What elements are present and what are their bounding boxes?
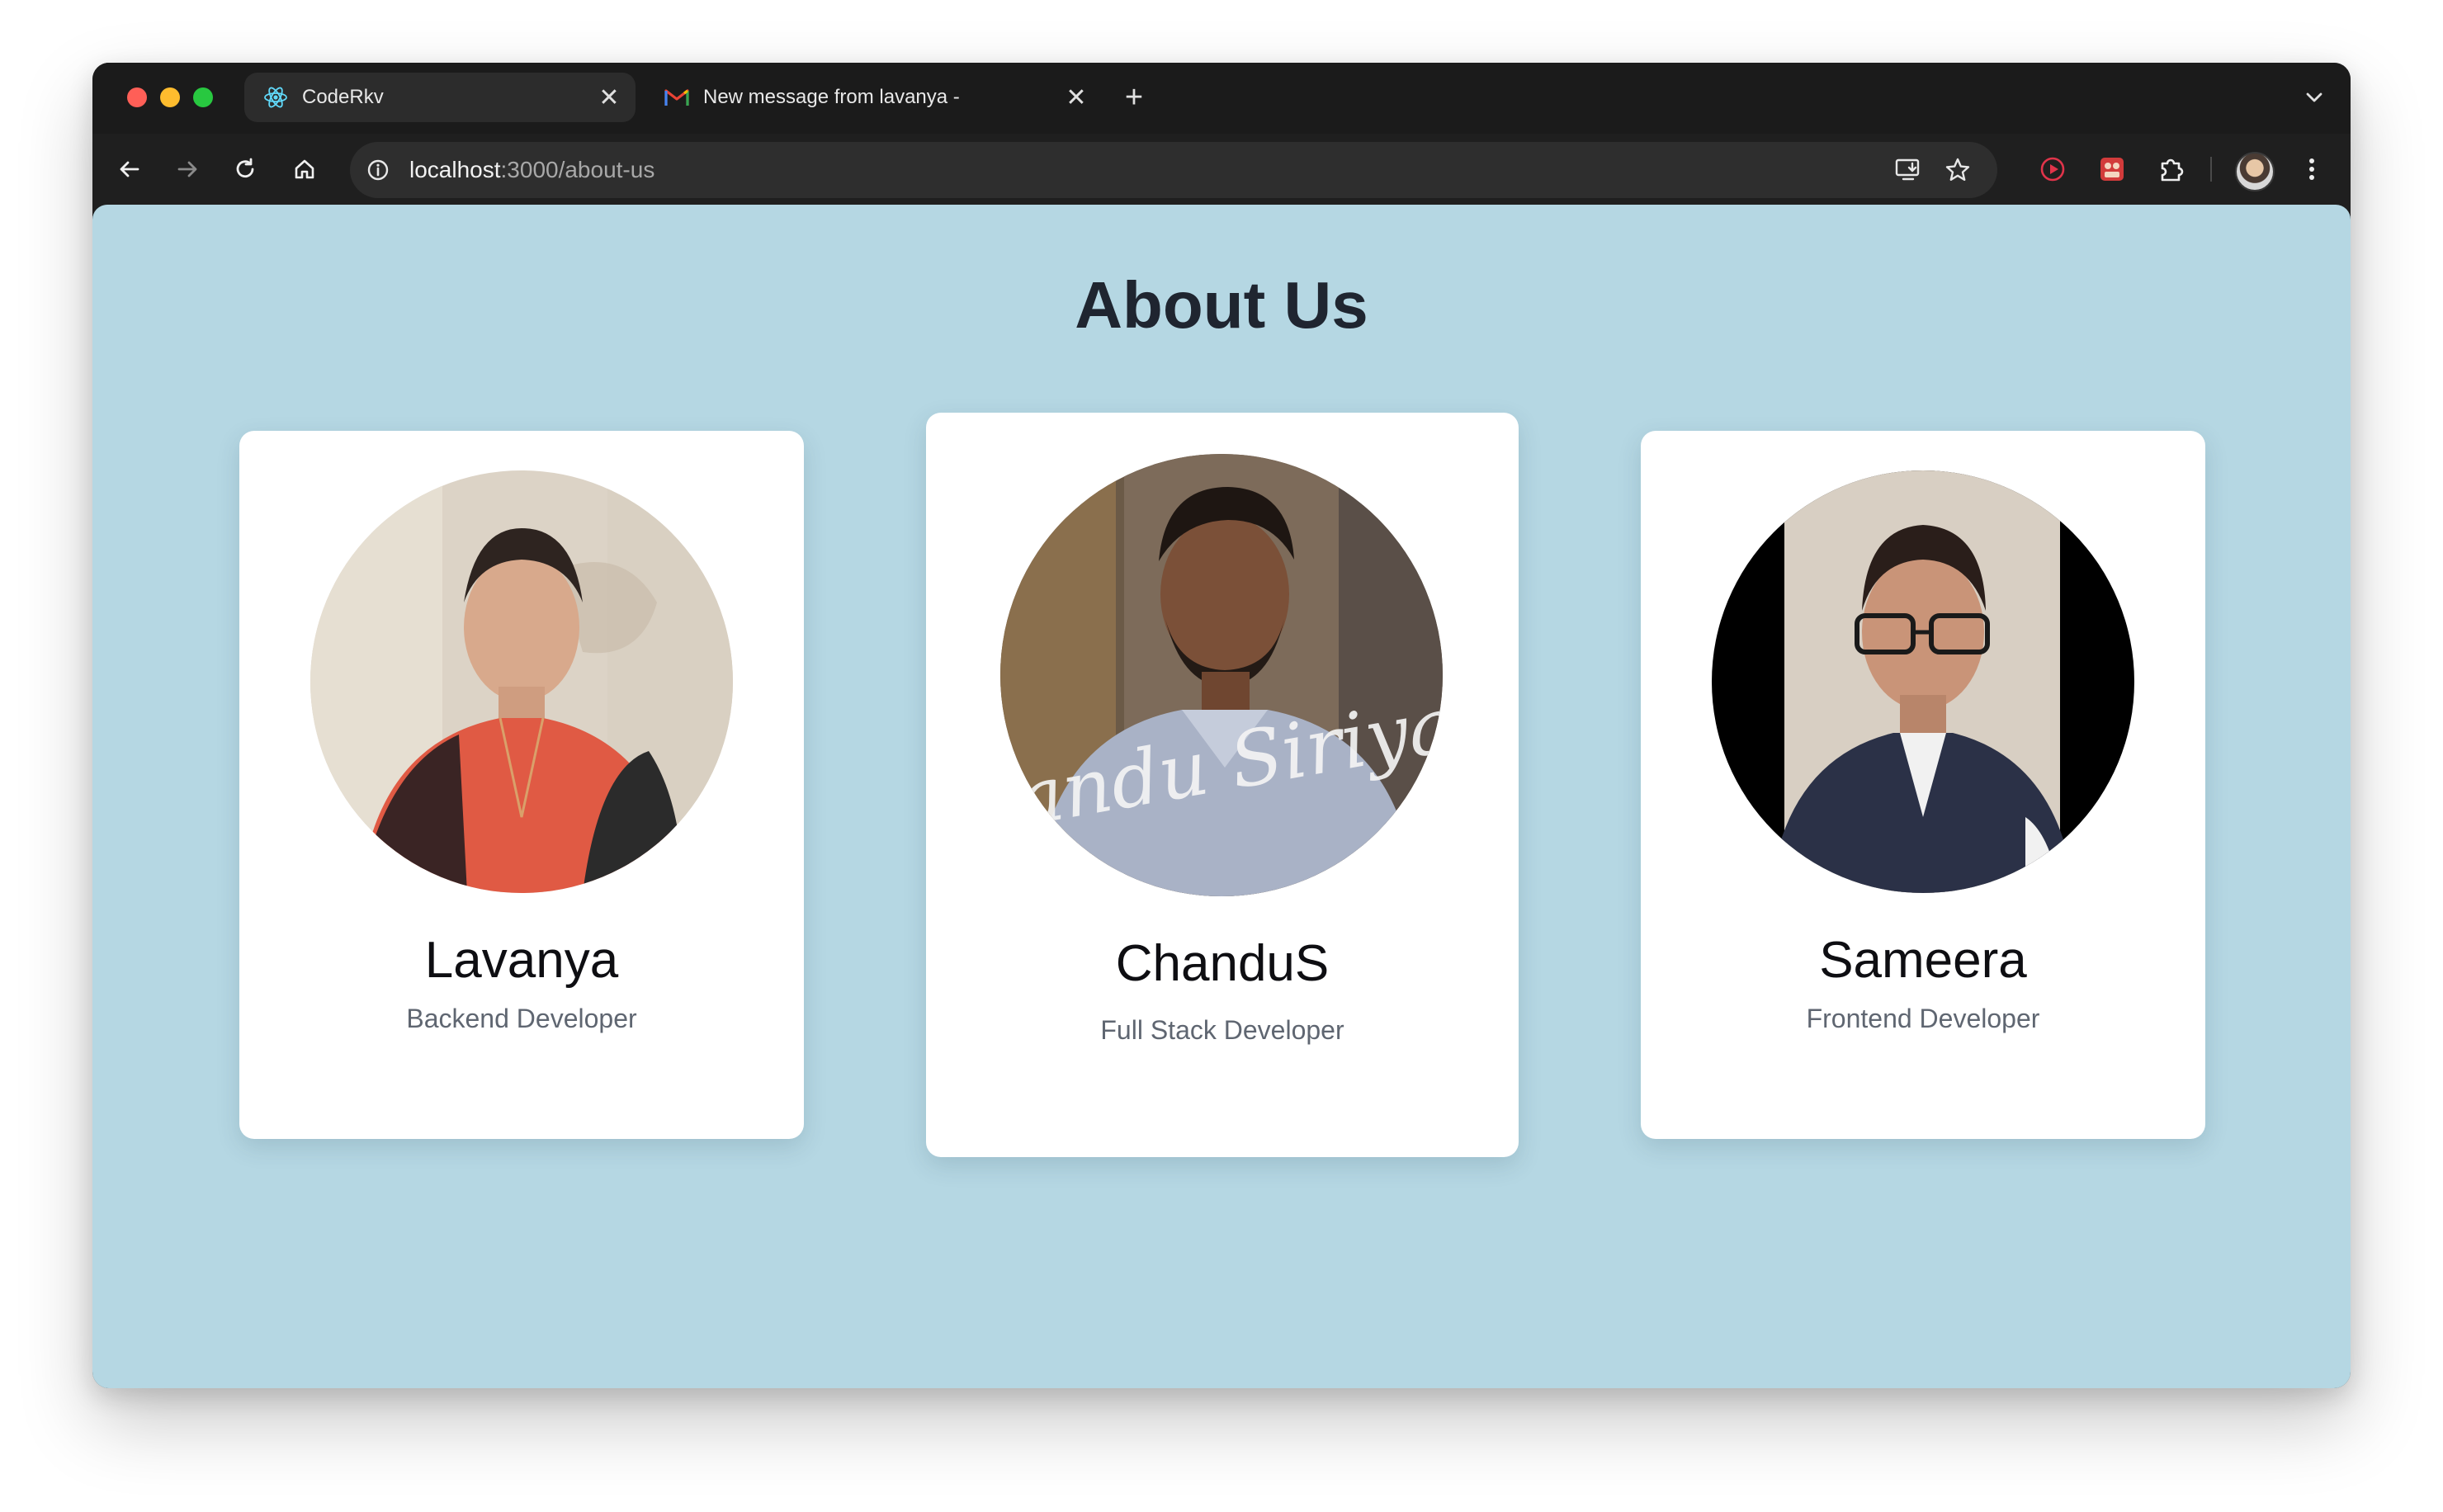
site-info-icon[interactable] — [365, 157, 391, 183]
profile-avatar[interactable] — [2235, 152, 2275, 191]
tab-coderkv[interactable]: CodeRkv ✕ — [244, 73, 636, 122]
member-name: ChanduS — [1115, 935, 1330, 992]
member-photo — [310, 470, 733, 893]
close-icon[interactable]: ✕ — [593, 81, 626, 114]
member-name: Lavanya — [424, 932, 619, 989]
maximize-window-button[interactable] — [193, 87, 213, 107]
browser-toolbar: localhost:3000/about-us — [92, 134, 2351, 205]
home-icon[interactable] — [286, 150, 324, 188]
team-member-card: Sameera Frontend Developer — [1641, 431, 2205, 1139]
member-role: Backend Developer — [406, 1004, 637, 1033]
page-title: About Us — [1075, 268, 1368, 342]
minimize-window-button[interactable] — [160, 87, 180, 107]
forward-arrow-icon[interactable] — [168, 150, 206, 188]
tab-title: CodeRkv — [302, 86, 384, 108]
page-content: About Us Lavanya Backend Developer Chand… — [92, 205, 2351, 1388]
url-host: localhost — [409, 157, 501, 182]
back-arrow-icon[interactable] — [111, 150, 149, 188]
close-window-button[interactable] — [127, 87, 147, 107]
url-text: localhost:3000/about-us — [409, 157, 654, 183]
close-icon[interactable]: ✕ — [1060, 81, 1093, 114]
tab-gmail[interactable]: New message from lavanya - ✕ — [645, 73, 1103, 122]
bookmark-star-icon[interactable] — [1941, 154, 1974, 187]
new-tab-button[interactable]: + — [1116, 79, 1152, 116]
toolbar-divider — [2210, 157, 2212, 182]
address-bar[interactable]: localhost:3000/about-us — [350, 142, 1997, 198]
chevron-down-icon[interactable] — [2298, 81, 2331, 114]
member-role: Full Stack Developer — [1100, 1015, 1344, 1045]
member-photo: Chandu Siriyala — [1000, 454, 1443, 896]
tab-strip: CodeRkv ✕ New message from lavanya - ✕ + — [92, 63, 2351, 134]
more-menu-icon[interactable] — [2293, 150, 2331, 188]
member-name: Sameera — [1819, 932, 2027, 989]
extension-app-icon[interactable] — [2093, 150, 2131, 188]
install-app-icon[interactable] — [1892, 154, 1925, 187]
member-role: Frontend Developer — [1806, 1004, 2040, 1033]
extension-record-icon[interactable] — [2034, 150, 2072, 188]
member-photo — [1712, 470, 2134, 893]
team-member-card: Lavanya Backend Developer — [239, 431, 804, 1139]
gmail-icon — [664, 84, 690, 111]
team-member-card: Chandu Siriyala ChanduS Full Stack Devel… — [926, 413, 1519, 1157]
url-path: :3000/about-us — [500, 157, 655, 182]
browser-window: CodeRkv ✕ New message from lavanya - ✕ + — [92, 63, 2351, 1388]
react-icon — [262, 84, 289, 111]
reload-icon[interactable] — [226, 150, 264, 188]
tab-title: New message from lavanya - — [703, 86, 960, 108]
extensions-puzzle-icon[interactable] — [2152, 150, 2190, 188]
